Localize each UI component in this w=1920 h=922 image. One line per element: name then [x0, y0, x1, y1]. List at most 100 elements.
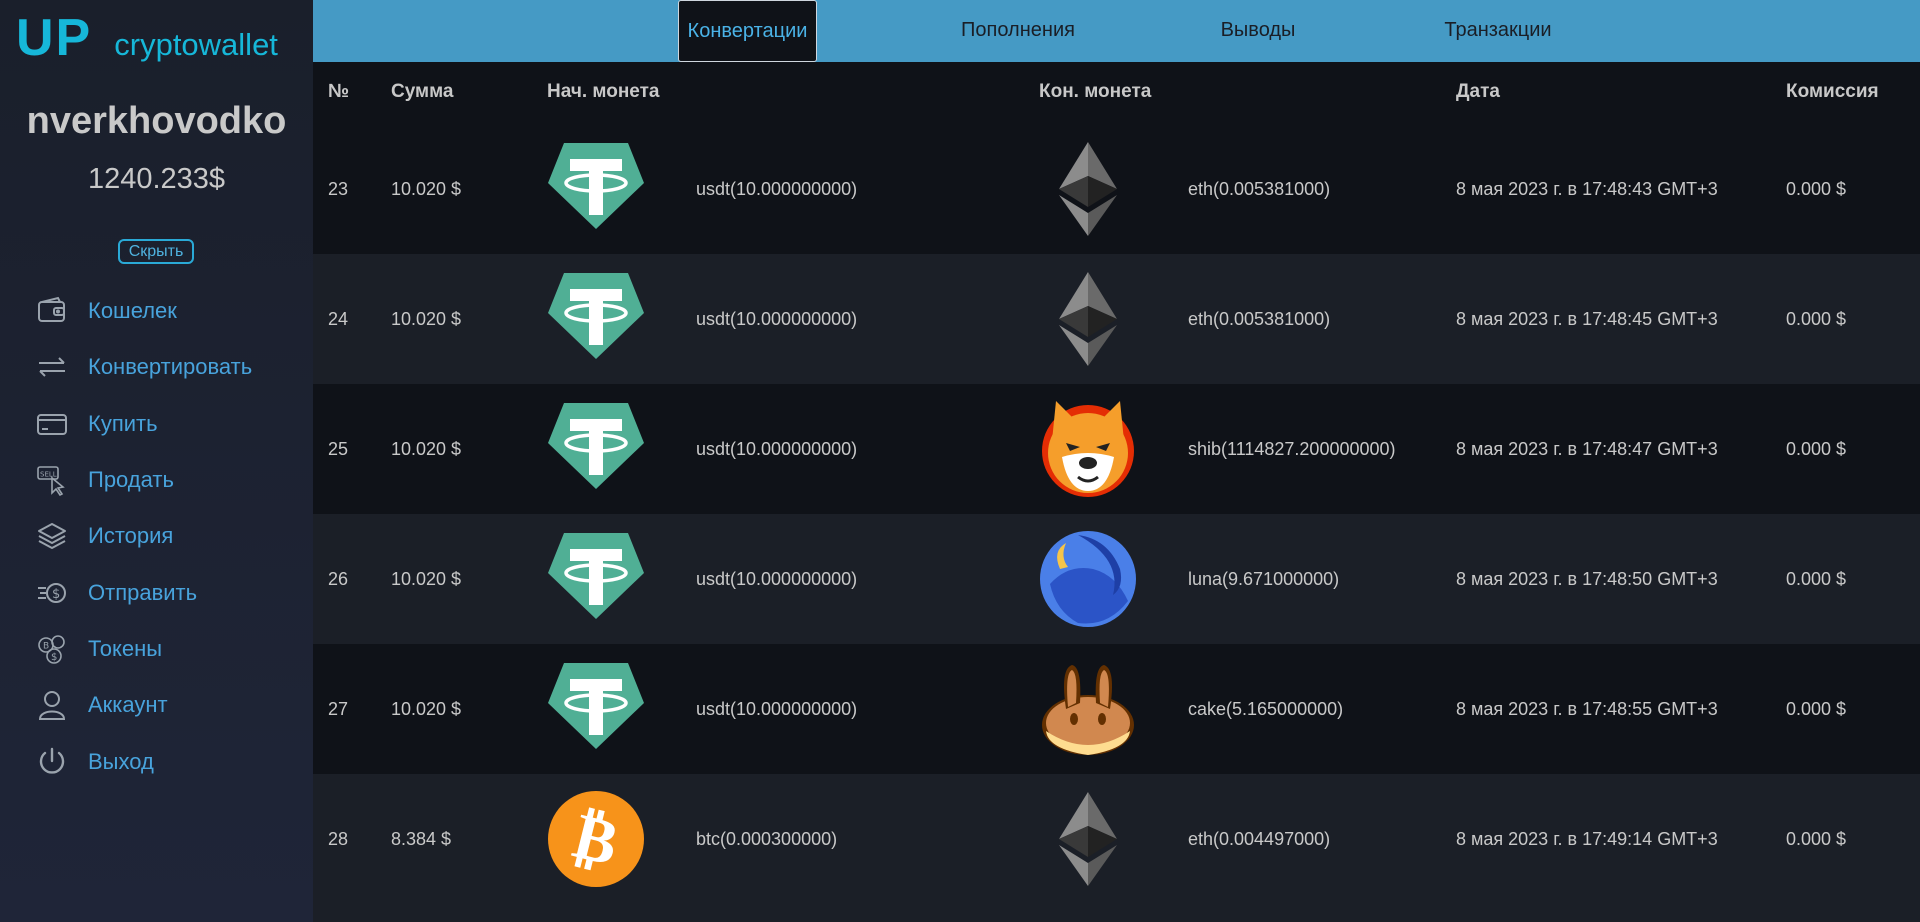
- cell-num: 25: [328, 439, 349, 459]
- conversions-table: № Сумма Нач. монета Кон. монета Дата Ком…: [313, 62, 1920, 922]
- cell-amount: 10.020 $: [391, 309, 462, 329]
- cell-num: 23: [328, 179, 349, 199]
- username: nverkhovodko: [26, 100, 287, 142]
- tab-deposits[interactable]: Пополнения: [938, 0, 1098, 62]
- usdt-coin-icon: [546, 269, 646, 369]
- header-from-coin: Нач. монета: [547, 81, 660, 102]
- sidebar-item-history[interactable]: История: [36, 508, 252, 564]
- svg-text:$: $: [52, 587, 60, 602]
- table-row: 27 10.020 $ usdt(10.000000000) cake(5.16500…: [313, 644, 1920, 774]
- usdt-coin-icon: [546, 399, 646, 499]
- tab-withdrawals[interactable]: Выводы: [1203, 0, 1313, 62]
- header-fee: Комиссия: [1786, 81, 1879, 102]
- sidebar-item-label: Конвертировать: [88, 354, 253, 380]
- cell-num: 26: [328, 569, 349, 589]
- table-row: 26 10.020 $ usdt(10.000000000) luna(9.67100…: [313, 514, 1920, 644]
- cell-fee: 0.000 $: [1786, 439, 1847, 459]
- sidebar-item-convert[interactable]: Конвертировать: [36, 339, 252, 395]
- sidebar-item-label: Кошелек: [88, 298, 177, 324]
- usdt-coin-icon: [546, 139, 646, 239]
- logo-up: UP: [16, 9, 93, 67]
- cell-from-coin: btc(0.000300000): [696, 829, 838, 849]
- sidebar-item-label: Отправить: [88, 579, 198, 605]
- convert-arrows-icon: [36, 351, 68, 383]
- btc-coin-icon: ₿: [546, 789, 646, 889]
- svg-text:$: $: [51, 652, 57, 663]
- power-icon: [36, 746, 68, 778]
- cell-date: 8 мая 2023 г. в 17:48:47 GMT+3: [1456, 439, 1718, 459]
- cell-fee: 0.000 $: [1786, 829, 1847, 849]
- cell-from-coin: usdt(10.000000000): [696, 569, 858, 589]
- table-row: 28 8.384 $ btc(0.000300000) eth(0.004497000…: [313, 774, 1920, 904]
- header-num: №: [328, 81, 350, 102]
- cell-to-coin: luna(9.671000000): [1188, 569, 1340, 589]
- cell-date: 8 мая 2023 г. в 17:48:50 GMT+3: [1456, 569, 1718, 589]
- layers-icon: [36, 520, 68, 552]
- cell-amount: 8.384 $: [391, 829, 452, 849]
- tab-transactions[interactable]: Транзакции: [1423, 0, 1573, 62]
- cell-amount: 10.020 $: [391, 699, 462, 719]
- cell-date: 8 мая 2023 г. в 17:48:55 GMT+3: [1456, 699, 1718, 719]
- cell-from-coin: usdt(10.000000000): [696, 439, 858, 459]
- cell-num: 24: [328, 309, 349, 329]
- cell-fee: 0.000 $: [1786, 309, 1847, 329]
- sidebar-item-send[interactable]: $ Отправить: [36, 564, 252, 620]
- table-row: 24 10.020 $ usdt(10.000000000) eth(0.005381…: [313, 254, 1920, 384]
- credit-card-icon: [36, 408, 68, 440]
- cell-to-coin: eth(0.004497000): [1188, 829, 1331, 849]
- logo-name: cryptowallet: [114, 27, 278, 62]
- sidebar-item-label: Купить: [88, 410, 158, 436]
- table-row: 23 10.020 $ usdt(10.000000000) eth(0.005381…: [313, 124, 1920, 254]
- send-dollar-icon: $: [36, 577, 68, 609]
- cell-to-coin: eth(0.005381000): [1188, 309, 1331, 329]
- header-to-coin: Кон. монета: [1039, 81, 1152, 102]
- sidebar: UP cryptowallet nverkhovodko 1240.233$ С…: [0, 0, 313, 922]
- tab-conversions[interactable]: Конвертации: [678, 0, 817, 62]
- cell-to-coin: eth(0.005381000): [1188, 179, 1331, 199]
- sidebar-item-label: Продать: [88, 467, 174, 493]
- sidebar-item-account[interactable]: Аккаунт: [36, 677, 252, 733]
- sidebar-item-label: Токены: [88, 635, 163, 661]
- cell-num: 28: [328, 829, 349, 849]
- cell-to-coin: shib(1114827.200000000): [1188, 439, 1396, 459]
- sidebar-item-wallet[interactable]: Кошелек: [36, 283, 252, 339]
- cell-amount: 10.020 $: [391, 179, 462, 199]
- cell-num: 27: [328, 699, 349, 719]
- svg-text:SELL: SELL: [40, 471, 57, 479]
- sidebar-item-label: Выход: [88, 748, 154, 774]
- luna-coin-icon: [1038, 529, 1138, 629]
- header-amount: Сумма: [391, 81, 454, 102]
- logo[interactable]: UP cryptowallet: [16, 8, 278, 68]
- user-icon: [36, 689, 68, 721]
- wallet-icon: [36, 295, 68, 327]
- header-date: Дата: [1456, 81, 1500, 102]
- sell-cursor-icon: SELL: [36, 464, 68, 497]
- eth-coin-icon: [1038, 789, 1138, 889]
- tokens-icon: B $: [36, 633, 68, 665]
- hide-balance-button[interactable]: Скрыть: [118, 239, 194, 264]
- usdt-coin-icon: [546, 529, 646, 629]
- sidebar-item-tokens[interactable]: B $ Токены: [36, 621, 252, 677]
- table-row: 25 10.020 $ usdt(10.000000000) shib(1114827…: [313, 384, 1920, 514]
- eth-coin-icon: [1038, 139, 1138, 239]
- sidebar-item-buy[interactable]: Купить: [36, 396, 252, 452]
- sidebar-item-logout[interactable]: Выход: [36, 733, 252, 789]
- svg-text:B: B: [43, 641, 49, 651]
- sidebar-item-label: История: [88, 523, 174, 549]
- eth-coin-icon: [1038, 269, 1138, 369]
- top-tab-bar: Конвертации Пополнения Выводы Транзакции: [313, 0, 1920, 62]
- shib-coin-icon: [1038, 399, 1138, 499]
- cell-date: 8 мая 2023 г. в 17:48:43 GMT+3: [1456, 179, 1718, 199]
- cell-from-coin: usdt(10.000000000): [696, 309, 858, 329]
- cell-date: 8 мая 2023 г. в 17:48:45 GMT+3: [1456, 309, 1718, 329]
- balance: 1240.233$: [87, 163, 226, 195]
- cell-to-coin: cake(5.165000000): [1188, 699, 1344, 719]
- cell-amount: 10.020 $: [391, 439, 462, 459]
- sidebar-item-sell[interactable]: SELL Продать: [36, 452, 252, 508]
- table-header: № Сумма Нач. монета Кон. монета Дата Ком…: [313, 62, 1920, 124]
- cell-fee: 0.000 $: [1786, 569, 1847, 589]
- cell-from-coin: usdt(10.000000000): [696, 699, 858, 719]
- sidebar-item-label: Аккаунт: [88, 692, 168, 718]
- cake-coin-icon: [1038, 659, 1138, 759]
- sidebar-nav: Кошелек Конвертировать Купить SELL Прода…: [36, 283, 252, 790]
